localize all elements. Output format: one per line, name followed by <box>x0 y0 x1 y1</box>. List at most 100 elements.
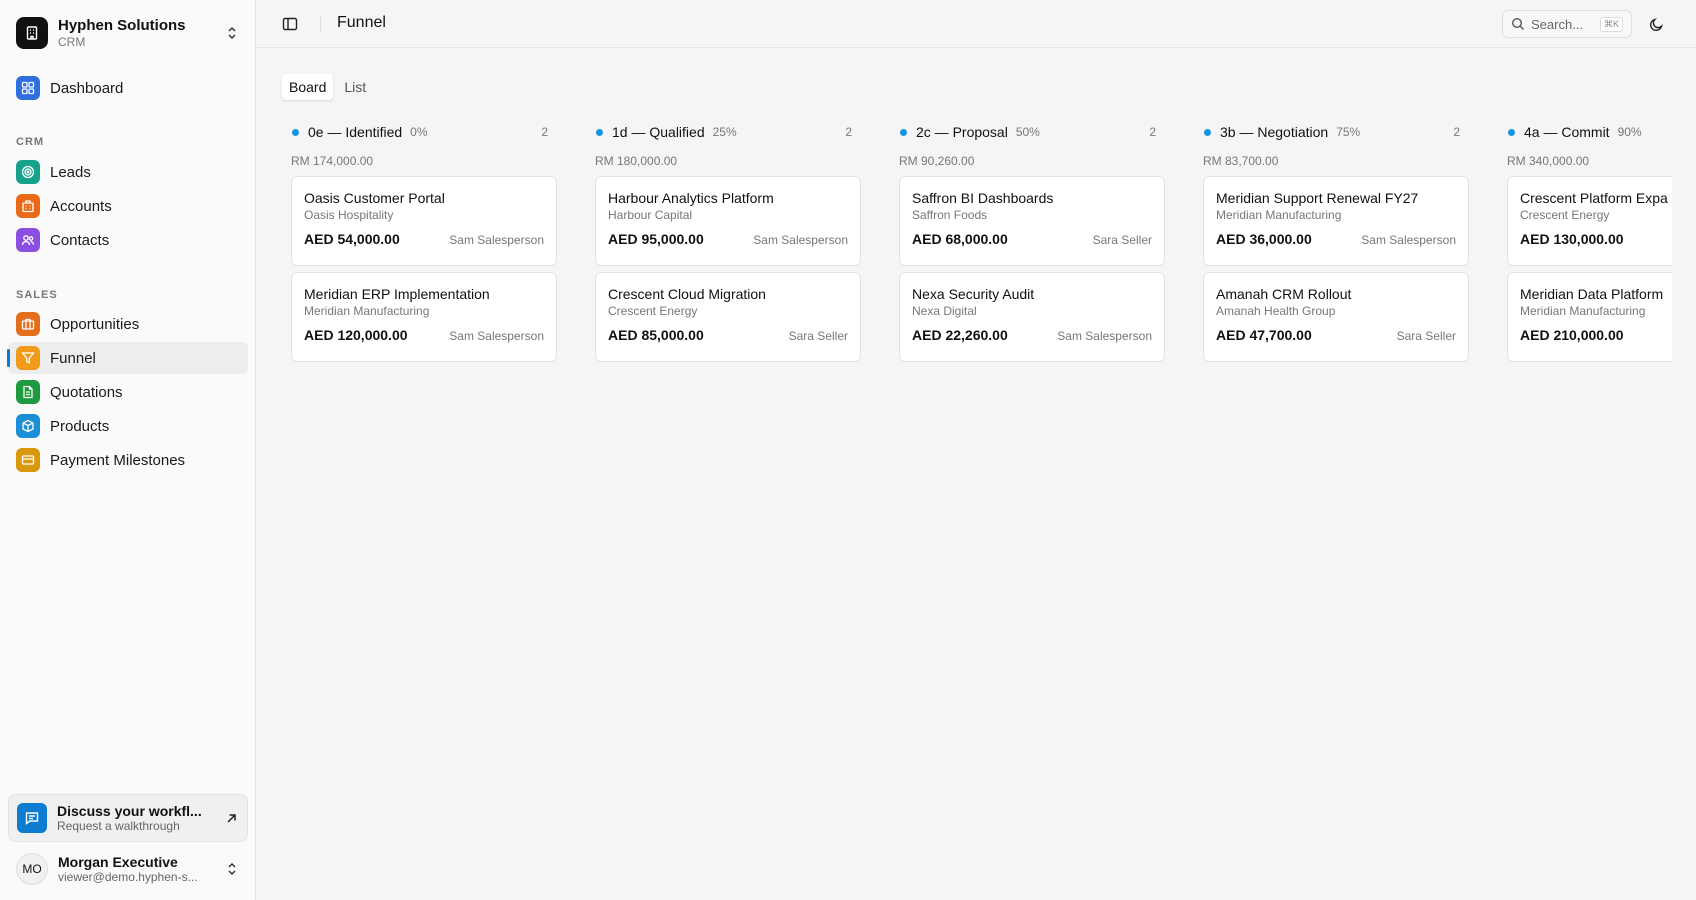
funnel-icon <box>16 346 40 370</box>
deal-title: Nexa Security Audit <box>912 286 1035 302</box>
workspace-switcher[interactable]: Hyphen Solutions CRM <box>16 16 240 50</box>
deal-card[interactable]: Meridian Support Renewal FY27 Meridian M… <box>1203 176 1469 266</box>
tab-list[interactable]: List <box>337 74 373 100</box>
search-shortcut: ⌘K <box>1599 16 1623 32</box>
chevrons-up-down-icon <box>224 25 240 41</box>
deal-title: Harbour Analytics Platform <box>608 190 774 206</box>
deal-company: Crescent Energy <box>1520 208 1610 222</box>
deal-amount: AED 36,000.00 <box>1216 231 1312 247</box>
search-icon <box>1511 17 1525 31</box>
briefcase-icon <box>16 312 40 336</box>
sidebar-item-label: Leads <box>50 163 91 181</box>
header-divider <box>320 16 321 32</box>
deal-owner: Sam Salesperson <box>1361 233 1456 247</box>
stage-total: RM 180,000.00 <box>595 154 678 168</box>
deal-amount: AED 22,260.00 <box>912 327 1008 343</box>
deal-card[interactable]: Amanah CRM Rollout Amanah Health Group A… <box>1203 272 1469 362</box>
stage-probability: 75% <box>1336 125 1361 139</box>
sidebar-item-label: Contacts <box>50 231 110 249</box>
stage-total: RM 340,000.00 <box>1507 154 1590 168</box>
stage-name: 2c — Proposal <box>916 124 1008 140</box>
sidebar-item-products[interactable]: Products <box>8 410 248 442</box>
sidebar-item-payment-milestones[interactable]: Payment Milestones <box>8 444 248 476</box>
funnel-board: 0e — Identified 0% 2 RM 174,000.00 Oasis… <box>256 120 1672 400</box>
deal-card[interactable]: Harbour Analytics Platform Harbour Capit… <box>595 176 861 266</box>
deal-company: Meridian Manufacturing <box>1216 208 1342 222</box>
stage-dot <box>900 128 907 136</box>
stage-column: 3b — Negotiation 75% 2 RM 83,700.00 Meri… <box>1203 120 1469 362</box>
deal-card[interactable]: Meridian Data Platform Meridian Manufact… <box>1507 272 1672 362</box>
stage-column: 4a — Commit 90% RM 340,000.00 Crescent P… <box>1507 120 1672 362</box>
message-icon <box>17 803 47 833</box>
sidebar-toggle-icon[interactable] <box>280 14 300 34</box>
search-input[interactable]: Search... ⌘K <box>1502 10 1632 38</box>
deal-owner: Sam Salesperson <box>449 233 544 247</box>
deal-company: Amanah Health Group <box>1216 304 1336 318</box>
deal-title: Meridian Data Platform <box>1520 286 1664 302</box>
stage-dot <box>1508 128 1515 136</box>
stage-column: 0e — Identified 0% 2 RM 174,000.00 Oasis… <box>291 120 557 362</box>
sidebar-item-opportunities[interactable]: Opportunities <box>8 308 248 340</box>
sidebar-item-funnel[interactable]: Funnel <box>7 342 248 374</box>
stage-probability: 25% <box>712 125 737 139</box>
stage-name: 1d — Qualified <box>612 124 705 140</box>
building-icon <box>16 17 48 49</box>
stage-count: 2 <box>1453 125 1460 139</box>
stage-dot <box>596 128 603 136</box>
moon-icon[interactable] <box>1646 14 1666 34</box>
sidebar-item-contacts[interactable]: Contacts <box>8 224 248 256</box>
deal-amount: AED 85,000.00 <box>608 327 704 343</box>
sidebar-item-label: Dashboard <box>50 79 124 97</box>
sidebar-item-dashboard[interactable]: Dashboard <box>8 72 248 104</box>
deal-card[interactable]: Saffron BI Dashboards Saffron Foods AED … <box>899 176 1165 266</box>
stage-name: 3b — Negotiation <box>1220 124 1329 140</box>
credit-card-icon <box>16 448 40 472</box>
sidebar-item-label: Quotations <box>50 383 123 401</box>
deal-card[interactable]: Nexa Security Audit Nexa Digital AED 22,… <box>899 272 1165 362</box>
top-header: Funnel Search... ⌘K <box>256 0 1696 48</box>
stage-header: 4a — Commit 90% <box>1507 120 1672 144</box>
stage-name: 0e — Identified <box>308 124 403 140</box>
grid-icon <box>16 76 40 100</box>
sidebar-item-quotations[interactable]: Quotations <box>8 376 248 408</box>
stage-total: RM 174,000.00 <box>291 154 374 168</box>
deal-card[interactable]: Oasis Customer Portal Oasis Hospitality … <box>291 176 557 266</box>
users-icon <box>16 228 40 252</box>
sidebar: Hyphen Solutions CRM Dashboard CRM Leads… <box>0 0 256 900</box>
deal-owner: Sara Seller <box>788 329 848 343</box>
avatar: MO <box>16 853 48 885</box>
target-icon <box>16 160 40 184</box>
arrow-up-right-icon <box>223 810 239 826</box>
deal-amount: AED 68,000.00 <box>912 231 1008 247</box>
workspace-name: Hyphen Solutions <box>58 16 186 34</box>
stage-dot <box>292 128 299 136</box>
stage-count: 2 <box>1149 125 1156 139</box>
deal-owner: Sara Seller <box>1396 329 1456 343</box>
deal-card[interactable]: Crescent Platform Expa Crescent Energy A… <box>1507 176 1672 266</box>
stage-header: 3b — Negotiation 75% 2 <box>1203 120 1469 144</box>
sidebar-item-accounts[interactable]: Accounts <box>8 190 248 222</box>
sidebar-item-label: Accounts <box>50 197 112 215</box>
user-menu[interactable]: MO Morgan Executive viewer@demo.hyphen-s… <box>16 851 240 887</box>
sidebar-item-label: Products <box>50 417 110 435</box>
deal-company: Crescent Energy <box>608 304 698 318</box>
deal-owner: Sam Salesperson <box>449 329 544 343</box>
tab-board[interactable]: Board <box>282 74 334 100</box>
deal-title: Meridian ERP Implementation <box>304 286 490 302</box>
deal-card[interactable]: Meridian ERP Implementation Meridian Man… <box>291 272 557 362</box>
walkthrough-promo-card[interactable]: Discuss your workfl... Request a walkthr… <box>8 794 248 842</box>
deal-owner: Sara Seller <box>1092 233 1152 247</box>
deal-amount: AED 210,000.00 <box>1520 327 1624 343</box>
deal-card[interactable]: Crescent Cloud Migration Crescent Energy… <box>595 272 861 362</box>
stage-count: 2 <box>845 125 852 139</box>
sidebar-item-leads[interactable]: Leads <box>8 156 248 188</box>
stage-probability: 90% <box>1617 125 1642 139</box>
workspace-subtitle: CRM <box>58 34 86 49</box>
deal-amount: AED 120,000.00 <box>304 327 408 343</box>
stage-probability: 50% <box>1015 125 1040 139</box>
deal-company: Meridian Manufacturing <box>304 304 430 318</box>
stage-header: 1d — Qualified 25% 2 <box>595 120 861 144</box>
deal-owner: Sam Salesperson <box>1057 329 1152 343</box>
stage-column: 2c — Proposal 50% 2 RM 90,260.00 Saffron… <box>899 120 1165 362</box>
stage-header: 2c — Proposal 50% 2 <box>899 120 1165 144</box>
